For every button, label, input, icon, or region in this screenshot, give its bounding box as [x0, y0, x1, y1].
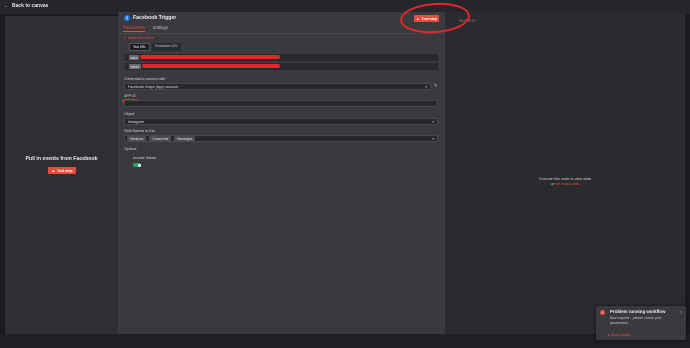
- back-to-canvas-button[interactable]: ← Back to canvas: [4, 3, 48, 9]
- chevron-down-icon: ▾: [425, 84, 427, 89]
- close-icon[interactable]: ×: [680, 309, 682, 314]
- divider: [118, 33, 445, 34]
- chip-comments[interactable]: Comments: [149, 136, 172, 142]
- input-panel-title: Pull in events from Facebook: [25, 156, 98, 162]
- toast-message: Bad request - please check your paramete…: [610, 316, 662, 325]
- toast-title: Problem running workflow: [610, 309, 666, 314]
- include-values-label: Include Values: [133, 156, 157, 160]
- output-panel: OUTPUT Execute this node to view data or…: [445, 12, 685, 342]
- flask-icon: ▲: [51, 168, 56, 173]
- method-badge: POST: [129, 64, 142, 69]
- show-details-link[interactable]: ▸ Show Details: [608, 333, 630, 337]
- credential-select[interactable]: Facebook Graph (App) account ▾: [124, 83, 431, 90]
- app-id-label: APP ID: [124, 94, 136, 98]
- bottom-toolbar: [0, 334, 690, 348]
- tab-parameters[interactable]: Parameters: [123, 25, 145, 32]
- redacted-url-get: [140, 55, 280, 59]
- options-label: Options: [124, 147, 137, 151]
- field-names-label: Field Names or IDs: [124, 129, 155, 133]
- error-toast: ! Problem running workflow × Bad request…: [596, 306, 686, 340]
- object-label: Object: [124, 112, 135, 116]
- method-badge: GET: [129, 55, 140, 60]
- execute-hint: Execute this node to view data or set mo…: [539, 177, 591, 186]
- include-values-toggle[interactable]: [133, 163, 141, 167]
- url-tabs: Test URL Production URL: [129, 43, 181, 51]
- node-title: Facebook Trigger: [133, 15, 177, 21]
- facebook-icon: f: [124, 15, 130, 21]
- edit-credential-icon[interactable]: ✎: [434, 83, 438, 89]
- app-id-input[interactable]: [124, 100, 438, 107]
- chevron-down-icon: ▾: [124, 36, 126, 40]
- set-mock-data-link[interactable]: set mock data: [555, 182, 579, 186]
- error-icon: !: [600, 310, 605, 315]
- object-select[interactable]: Instagram ▾: [124, 118, 438, 125]
- tab-settings[interactable]: Settings: [153, 25, 168, 32]
- tab-production-url[interactable]: Production URL: [152, 43, 181, 51]
- chevron-down-icon: ▾: [432, 136, 434, 141]
- redacted-url-post: [142, 64, 280, 68]
- input-panel: Pull in events from Facebook ▲ Test step…: [5, 16, 118, 343]
- tab-test-url[interactable]: Test URL: [129, 43, 151, 51]
- node-header: f Facebook Trigger: [124, 15, 176, 21]
- node-parameters-panel: f Facebook Trigger ▲ Test step Parameter…: [118, 12, 445, 342]
- arrow-left-icon: ←: [4, 3, 9, 9]
- chip-mentions[interactable]: Mentions: [127, 136, 147, 142]
- test-step-button-left[interactable]: ▲ Test step: [48, 167, 76, 174]
- field-chips: Mentions Comments Messages: [127, 136, 196, 142]
- chip-messages[interactable]: Messages: [174, 136, 196, 142]
- node-tabs: Parameters Settings: [123, 25, 168, 32]
- credential-label: Credential to connect with: [124, 77, 166, 81]
- webhook-urls-toggle[interactable]: ▾ Webhook URLs: [124, 36, 154, 40]
- chevron-down-icon: ▾: [432, 119, 434, 124]
